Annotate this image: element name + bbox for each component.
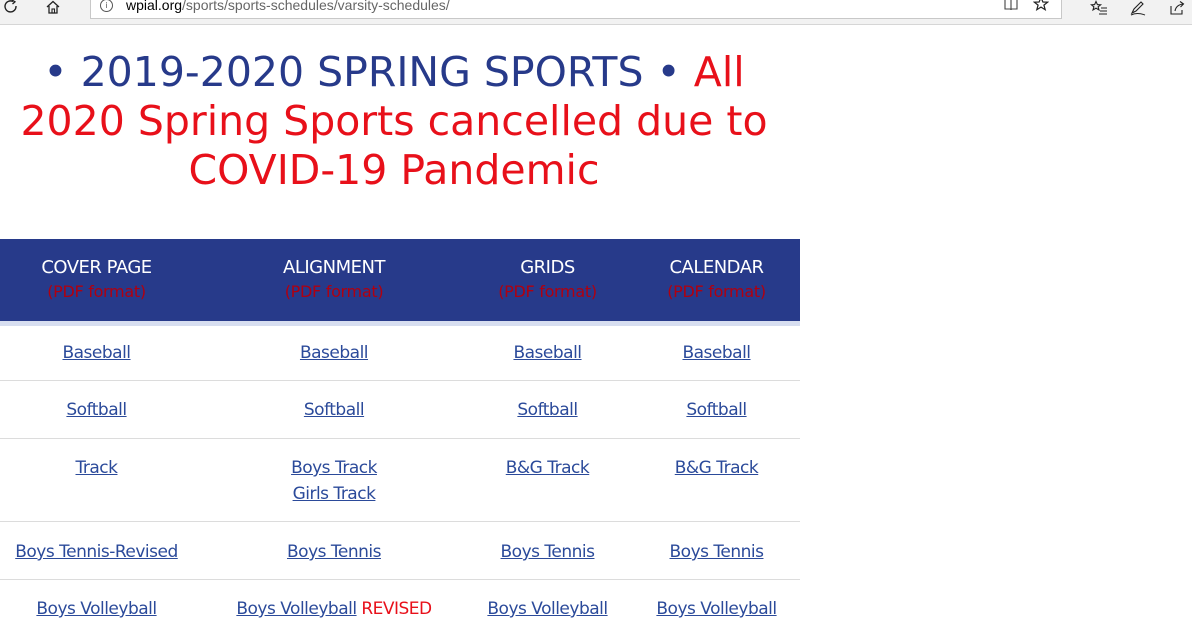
column-title: ALIGNMENT [283,257,385,278]
address-bar[interactable]: i wpial.org/sports/sports-schedules/vars… [90,0,1062,19]
cover-page-link[interactable]: Track [76,458,118,478]
column-title: COVER PAGE [41,257,152,278]
favorite-star-icon[interactable] [1032,0,1050,17]
calendar-link[interactable]: Boys Tennis [670,542,764,562]
table-row: Softball Softball Softball Softball [0,381,800,439]
browser-toolbar: i wpial.org/sports/sports-schedules/vars… [0,0,1192,25]
table-row: Track Boys Track Girls Track B&G Track B… [0,439,800,522]
cover-page-link[interactable]: Boys Volleyball [36,599,157,619]
page-heading: • 2019-2020 SPRING SPORTS • All 2020 Spr… [0,48,788,195]
refresh-icon[interactable] [0,0,22,18]
alignment-link[interactable]: Softball [304,400,365,420]
alignment-link[interactable]: Boys Track [291,458,377,478]
home-icon[interactable] [42,0,64,18]
revised-label: REVISED [361,599,432,619]
cover-page-link[interactable]: Baseball [62,343,131,363]
reading-view-icon[interactable] [1003,0,1019,17]
alignment-link[interactable]: Boys Tennis [287,542,381,562]
schedule-table-header: COVER PAGE (PDF format) ALIGNMENT (PDF f… [0,239,800,326]
calendar-link[interactable]: B&G Track [675,458,759,478]
column-title: GRIDS [520,257,575,278]
calendar-link[interactable]: Baseball [682,343,751,363]
column-header-grids: GRIDS (PDF format) [475,257,620,301]
url-text[interactable]: wpial.org/sports/sports-schedules/varsit… [126,0,450,13]
season-title: • 2019-2020 SPRING SPORTS • [43,48,681,96]
cover-page-link[interactable]: Boys Tennis-Revised [15,542,178,562]
column-subtitle: (PDF format) [667,282,766,301]
column-title: CALENDAR [669,257,764,278]
share-icon[interactable] [1166,0,1188,18]
calendar-link[interactable]: Softball [686,400,747,420]
calendar-link[interactable]: Boys Volleyball [656,599,777,619]
column-header-calendar: CALENDAR (PDF format) [620,257,813,301]
alignment-link[interactable]: Girls Track [293,484,376,504]
alignment-link[interactable]: Baseball [300,343,369,363]
grids-link[interactable]: Softball [517,400,578,420]
url-host: wpial.org [126,0,183,13]
column-header-cover-page: COVER PAGE (PDF format) [0,257,193,301]
info-icon[interactable]: i [100,0,113,12]
table-row: Baseball Baseball Baseball Baseball [0,326,800,381]
cover-page-link[interactable]: Softball [66,400,127,420]
favorites-list-icon[interactable] [1088,0,1110,18]
url-path: /sports/sports-schedules/varsity-schedul… [182,0,450,13]
alignment-link[interactable]: Boys Volleyball [236,599,357,619]
grids-link[interactable]: B&G Track [506,458,590,478]
column-subtitle: (PDF format) [498,282,597,301]
grids-link[interactable]: Baseball [513,343,582,363]
grids-link[interactable]: Boys Volleyball [487,599,608,619]
table-row: Boys Tennis-Revised Boys Tennis Boys Ten… [0,522,800,580]
column-subtitle: (PDF format) [284,282,384,301]
column-subtitle: (PDF format) [47,282,146,301]
pen-icon[interactable] [1127,0,1149,18]
table-row: Boys Volleyball Boys Volleyball REVISED … [0,580,800,635]
grids-link[interactable]: Boys Tennis [501,542,595,562]
column-header-alignment: ALIGNMENT (PDF format) [193,257,475,301]
